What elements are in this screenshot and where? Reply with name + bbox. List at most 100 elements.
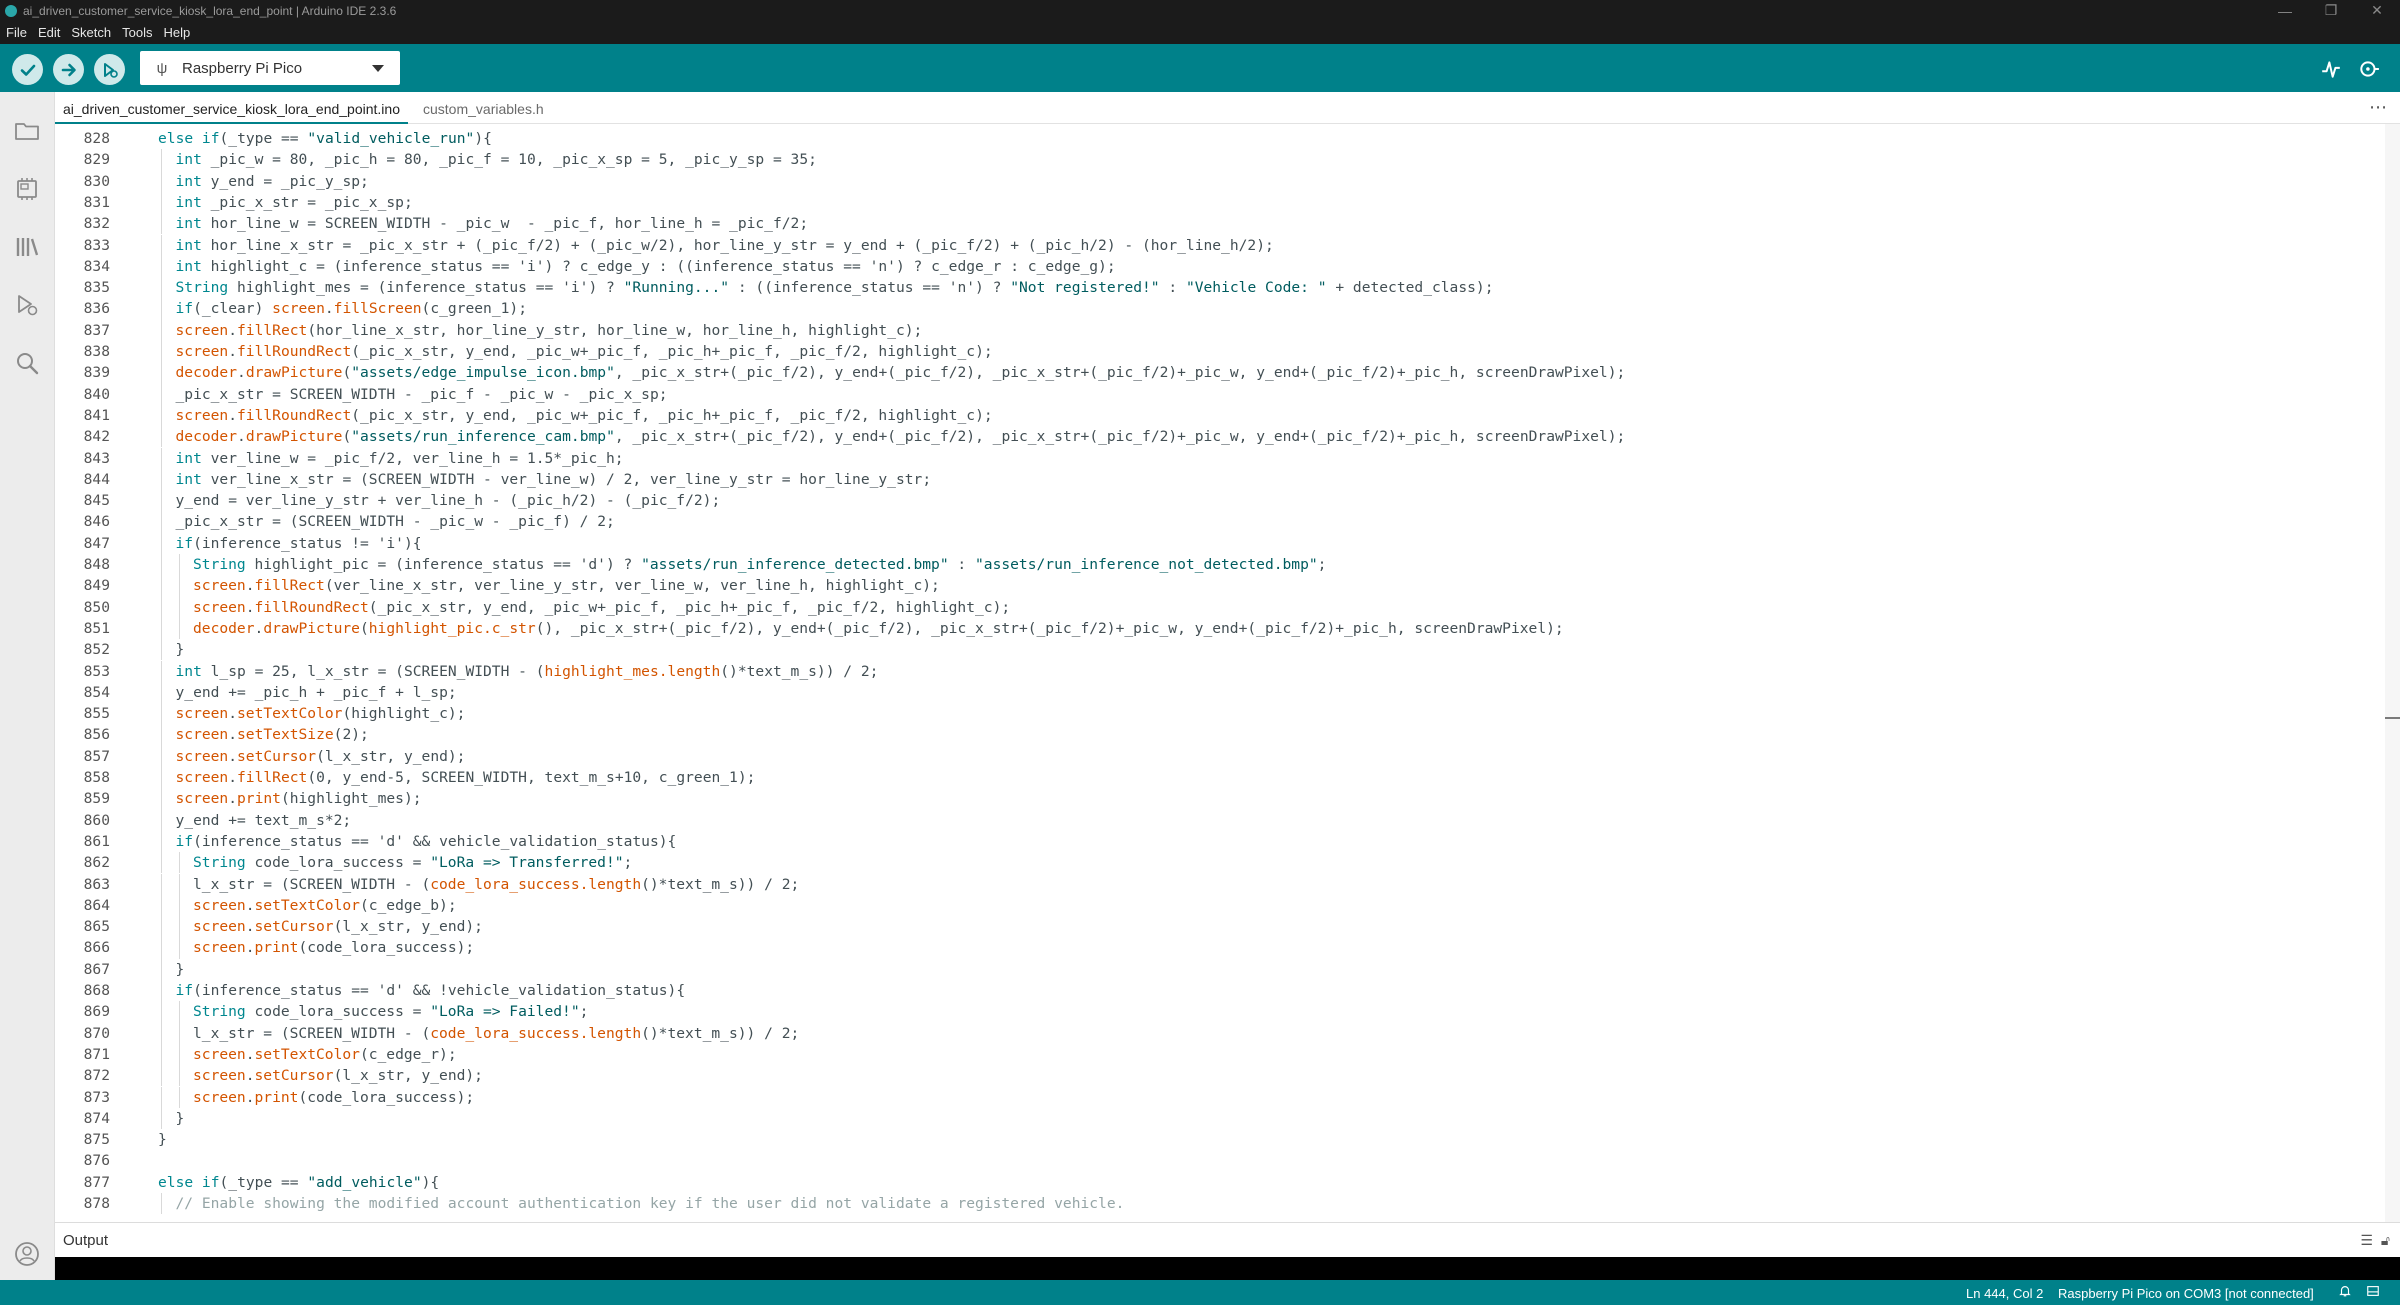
code-line[interactable]: 868 if(inference_status == 'd' && !vehicl… (55, 980, 2385, 1002)
code-line[interactable]: 833 int hor_line_x_str = _pic_x_str + (_p… (55, 234, 2385, 256)
code-line[interactable]: 877 else if(_type == "add_vehicle"){ (55, 1172, 2385, 1193)
code-line[interactable]: 851 decoder.drawPicture(highlight_pic.c_s… (55, 617, 2385, 640)
code-line[interactable]: 830 int y_end = _pic_y_sp; (55, 170, 2385, 192)
code-line[interactable]: 860 y_end += text_m_s*2; (55, 809, 2385, 831)
code-line[interactable]: 837 screen.fillRect(hor_line_x_str, hor_l… (55, 319, 2385, 341)
search-button[interactable] (12, 348, 42, 378)
indent-guide (161, 341, 162, 363)
upload-button[interactable] (53, 54, 84, 85)
board-connection-status: Raspberry Pi Pico on COM3 [not connected… (2058, 1286, 2314, 1301)
line-number: 828 (83, 130, 110, 147)
code-line[interactable]: 852} (55, 639, 2385, 661)
close-button[interactable]: ✕ (2354, 0, 2400, 21)
code-line[interactable]: 834 int highlight_c = (inference_status =… (55, 255, 2385, 278)
code-token: setTextColor (254, 896, 360, 914)
code-line[interactable]: 867} (55, 958, 2385, 980)
line-number: 854 (83, 683, 110, 701)
menu-file[interactable]: File (6, 25, 27, 40)
sketchbook-button[interactable] (12, 116, 42, 146)
code-line[interactable]: 863 l_x_str = (SCREEN_WIDTH - (code_lora_… (55, 873, 2385, 895)
code-token: fillRect (237, 321, 308, 339)
code-line[interactable]: 836 if(_clear) screen.fillScreen(c_green_… (55, 298, 2385, 320)
code-line[interactable]: 859 screen.print(highlight_mes); (55, 788, 2385, 810)
more-tabs-icon[interactable]: ⋯ (2369, 97, 2388, 118)
code-line[interactable]: 839 decoder.drawPicture("assets/edge_impu… (55, 362, 2385, 384)
maximize-button[interactable]: ❐ (2308, 0, 2354, 21)
menu-bar: File Edit Sketch Tools Help (0, 21, 2400, 44)
code-line[interactable]: 844 int ver_line_x_str = (SCREEN_WIDTH - … (55, 468, 2385, 491)
lock-scroll-icon[interactable]: 🔓︎ (2381, 1232, 2390, 1249)
code-line[interactable]: 840 _pic_x_str = SCREEN_WIDTH - _pic_f - … (55, 383, 2385, 405)
code-line[interactable]: 861 if(inference_status == 'd' && vehicle… (55, 830, 2385, 853)
code-line[interactable]: 870 l_x_str = (SCREEN_WIDTH - (code_lora_… (55, 1022, 2385, 1044)
code-line[interactable]: 874} (55, 1107, 2385, 1130)
menu-tools[interactable]: Tools (122, 25, 152, 40)
code-line[interactable]: 831 int _pic_x_str = _pic_x_sp; (55, 191, 2385, 214)
code-line[interactable]: 875} (55, 1129, 2385, 1150)
code-line[interactable]: 854 y_end += _pic_h + _pic_f + l_sp; (55, 681, 2385, 704)
serial-plotter-button[interactable] (2318, 56, 2344, 82)
tab-custom-variables[interactable]: custom_variables.h (415, 92, 552, 124)
code-token: if (175, 300, 194, 318)
code-line[interactable]: 873 screen.print(code_lora_success); (55, 1086, 2385, 1108)
notification-bell-icon[interactable] (2338, 1284, 2354, 1300)
code-line[interactable]: 828 else if(_type == "valid_vehicle_run")… (55, 128, 2385, 149)
code-line[interactable]: 866 screen.print(code_lora_success); (55, 937, 2385, 959)
code-text: int hor_line_x_str = _pic_x_str + (_pic_… (176, 235, 1274, 256)
code-line[interactable]: 856 screen.setTextSize(2); (55, 724, 2385, 746)
serial-monitor-button[interactable] (2356, 56, 2382, 82)
code-line[interactable]: 858 screen.fillRect(0, y_end-5, SCREEN_WI… (55, 767, 2385, 789)
code-line[interactable]: 841 screen.fillRoundRect(_pic_x_str, y_en… (55, 404, 2385, 427)
debug-panel-button[interactable] (12, 290, 42, 320)
code-line[interactable]: 829 int _pic_w = 80, _pic_h = 80, _pic_f … (55, 149, 2385, 171)
indent-guide (178, 916, 180, 938)
toggle-panel-icon[interactable] (2366, 1284, 2382, 1300)
code-line[interactable]: 878 // Enable showing the modified accoun… (55, 1193, 2385, 1215)
verify-button[interactable] (12, 54, 43, 85)
boards-manager-button[interactable] (12, 174, 42, 204)
code-token: fillRect (237, 769, 308, 786)
code-line[interactable]: 862 String code_lora_success = "LoRa => T… (55, 852, 2385, 874)
code-editor[interactable]: 828 else if(_type == "valid_vehicle_run")… (55, 124, 2385, 1222)
code-token: . (228, 321, 238, 339)
clear-output-icon[interactable]: ☰ (2360, 1232, 2373, 1249)
board-selector[interactable]: ψ Raspberry Pi Pico (140, 51, 400, 85)
code-line[interactable]: 847 if(inference_status != 'i'){ (55, 532, 2385, 554)
code-token: int (175, 236, 202, 254)
code-line[interactable]: 832 int hor_line_w = SCREEN_WIDTH - _pic_… (55, 213, 2385, 235)
code-line[interactable]: 853 int l_sp = 25, l_x_str = (SCREEN_WIDT… (55, 660, 2385, 682)
line-number: 863 (83, 875, 110, 893)
code-line[interactable]: 835 String highlight_mes = (inference_sta… (55, 277, 2385, 299)
code-line[interactable]: 876 (55, 1150, 2385, 1171)
menu-edit[interactable]: Edit (38, 25, 60, 40)
debug-button[interactable] (94, 54, 125, 85)
code-text: screen.fillRoundRect(_pic_x_str, y_end, … (193, 597, 1010, 618)
code-line[interactable]: 855 screen.setTextColor(highlight_c); (55, 703, 2385, 725)
code-line[interactable]: 843 int ver_line_w = _pic_f/2, ver_line_h… (55, 447, 2385, 469)
code-token: (l_x_str, y_end); (333, 1067, 483, 1085)
code-line[interactable]: 857 screen.setCursor(l_x_str, y_end); (55, 745, 2385, 767)
code-line[interactable]: 838 screen.fillRoundRect(_pic_x_str, y_en… (55, 341, 2385, 363)
code-line[interactable]: 850 screen.fillRoundRect(_pic_x_str, y_en… (55, 596, 2385, 618)
code-token: screen (193, 1045, 246, 1063)
code-token: . (245, 1067, 255, 1085)
minimize-button[interactable]: — (2262, 0, 2308, 21)
code-line[interactable]: 846 _pic_x_str = (SCREEN_WIDTH - _pic_w -… (55, 511, 2385, 533)
code-token: (inference_status != 'i'){ (193, 534, 422, 552)
menu-help[interactable]: Help (163, 25, 190, 40)
menu-sketch[interactable]: Sketch (71, 25, 111, 40)
code-line[interactable]: 848 String highlight_pic = (inference_sta… (55, 554, 2385, 576)
code-line[interactable]: 845 y_end = ver_line_y_str + ver_line_h -… (55, 490, 2385, 512)
code-line[interactable]: 842 decoder.drawPicture("assets/run_infer… (55, 426, 2385, 448)
profile-button[interactable] (12, 1239, 42, 1269)
output-console[interactable] (55, 1257, 2400, 1280)
code-line[interactable]: 849 screen.fillRect(ver_line_x_str, ver_l… (55, 575, 2385, 597)
code-line[interactable]: 864 screen.setTextColor(c_edge_b); (55, 894, 2385, 917)
code-line[interactable]: 872 screen.setCursor(l_x_str, y_end); (55, 1065, 2385, 1087)
library-manager-button[interactable] (12, 232, 42, 262)
code-line[interactable]: 869 String code_lora_success = "LoRa => F… (55, 1001, 2385, 1023)
tab-main-sketch[interactable]: ai_driven_customer_service_kiosk_lora_en… (55, 92, 408, 124)
code-line[interactable]: 865 screen.setCursor(l_x_str, y_end); (55, 916, 2385, 938)
editor-scrollbar[interactable] (2385, 124, 2400, 1222)
code-line[interactable]: 871 screen.setTextColor(c_edge_r); (55, 1043, 2385, 1066)
